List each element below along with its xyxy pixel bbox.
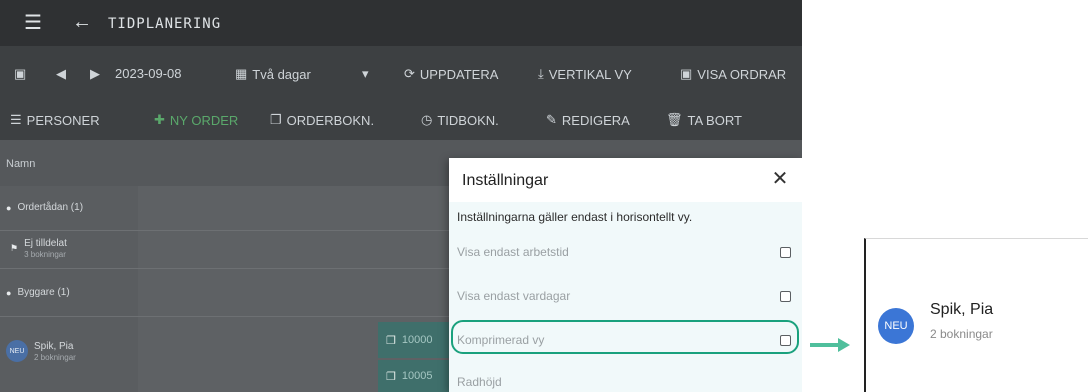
option-label: Visa endast vardagar [457, 289, 571, 303]
plus-icon: ✚ [154, 112, 165, 127]
booking-id: 10005 [401, 370, 433, 382]
order-booking-button[interactable]: ❐ ORDERBOKN. [270, 112, 374, 128]
avatar: NEU [878, 308, 914, 344]
booking-id: 10000 [401, 334, 433, 346]
view-select[interactable]: ▦ Två dagar [235, 66, 311, 82]
list-item[interactable]: ⚑ Ej tilldelat 3 bokningar [10, 238, 67, 259]
copy-icon: ❐ [270, 112, 282, 127]
checkbox-weekdays[interactable] [780, 290, 791, 302]
booking-block[interactable]: ❐ 10000 [378, 322, 449, 358]
collapse-icon[interactable]: ● [6, 288, 11, 298]
delete-label: TA BORT [687, 112, 742, 128]
order-booking-label: ORDERBOKN. [286, 112, 375, 128]
pencil-icon: ✎ [546, 112, 557, 127]
vertical-view-label: VERTIKAL VY [548, 66, 632, 82]
list-item[interactable]: ● Byggare (1) [6, 287, 70, 298]
calendar-range-icon: ▦ [235, 66, 248, 81]
vertical-view-button[interactable]: ⤓ VERTIKAL VY [538, 66, 632, 82]
dialog-info-text: Inställningarna gäller endast i horisont… [457, 210, 693, 224]
booking-block[interactable]: ❐ 10005 [378, 360, 449, 392]
list-item[interactable]: ● Ordertådan (1) [6, 202, 83, 213]
row-label: Ej tilldelat [24, 238, 67, 249]
view-select-chevron-icon[interactable]: ▾ [362, 66, 369, 82]
trash-icon: 🗑 [666, 112, 683, 127]
page-title: TIDPLANERING [108, 16, 222, 32]
date-display[interactable]: 2023-09-08 [115, 66, 182, 81]
close-icon[interactable]: ✕ [769, 168, 791, 190]
option-row-height[interactable]: Radhöjd [457, 372, 797, 392]
copy-icon: ❐ [386, 370, 396, 383]
persons-button[interactable]: ☰ PERSONER [10, 112, 100, 128]
delete-button[interactable]: 🗑 TA BORT [666, 112, 742, 128]
toolbar-actions: ☰ PERSONER ✚ NY ORDER ❐ ORDERBOKN. ◷ TID… [0, 100, 802, 140]
download-icon: ⤓ [538, 66, 544, 81]
prev-day-button[interactable]: ◀ [56, 66, 66, 82]
row-label: Spik, Pia [34, 340, 74, 352]
window-icon: ▣ [680, 66, 693, 81]
update-button-label: UPPDATERA [419, 66, 499, 82]
option-weekdays[interactable]: Visa endast vardagar [457, 286, 797, 306]
list-item[interactable]: NEU Spik, Pia 2 bokningar [6, 340, 76, 362]
hamburger-menu-icon[interactable]: ☰ [24, 13, 42, 33]
clock-icon: ◷ [421, 112, 433, 127]
option-label: Radhöjd [457, 375, 502, 389]
calendar-icon[interactable]: ▣ [14, 66, 26, 82]
view-select-value: Två dagar [252, 66, 311, 82]
edit-button[interactable]: ✎ REDIGERA [546, 112, 630, 128]
next-day-button[interactable]: ▶ [90, 66, 100, 82]
column-header-name: Namn [6, 158, 36, 170]
back-arrow-icon[interactable]: ← [72, 12, 92, 32]
toolbar-date: ▣ ◀ ▶ 2023-09-08 ▦ Två dagar ▾ ⟳ UPPDATE… [0, 46, 802, 100]
new-order-button[interactable]: ✚ NY ORDER [154, 112, 238, 128]
row-label: Byggare (1) [17, 287, 70, 298]
highlight-outline [451, 320, 799, 354]
persons-label: PERSONER [26, 112, 100, 128]
row-sublabel: 3 bokningar [24, 250, 66, 259]
unassigned-icon: ⚑ [10, 243, 19, 253]
time-booking-label: TIDBOKN. [437, 112, 499, 128]
refresh-icon: ⟳ [404, 66, 415, 81]
update-button[interactable]: ⟳ UPPDATERA [404, 66, 498, 82]
checkbox-work-hours[interactable] [780, 246, 791, 258]
time-booking-button[interactable]: ◷ TIDBOKN. [421, 112, 499, 128]
option-work-hours[interactable]: Visa endast arbetstid [457, 242, 797, 262]
show-orders-button[interactable]: ▣ VISA ORDRAR [680, 66, 786, 82]
show-orders-label: VISA ORDRAR [697, 66, 787, 82]
dialog-body: Inställningarna gäller endast i horisont… [449, 202, 802, 392]
option-label: Visa endast arbetstid [457, 245, 569, 259]
dialog-title: Inställningar [462, 172, 549, 189]
callout-arrow-icon [810, 338, 850, 352]
copy-icon: ❐ [386, 334, 396, 347]
settings-dialog: Inställningar ✕ Inställningarna gäller e… [449, 158, 802, 392]
dialog-header: Inställningar ✕ [449, 158, 802, 202]
zoom-callout: NEU Spik, Pia 2 bokningar [864, 238, 1088, 392]
collapse-icon[interactable]: ● [6, 203, 11, 213]
list-icon: ☰ [10, 112, 22, 127]
row-label: Ordertådan (1) [17, 202, 84, 213]
person-name: Spik, Pia [930, 301, 994, 318]
row-sublabel: 2 bokningar [34, 352, 76, 362]
new-order-label: NY ORDER [169, 112, 239, 128]
title-bar: ☰ ← TIDPLANERING [0, 0, 802, 46]
edit-label: REDIGERA [561, 112, 630, 128]
avatar: NEU [6, 340, 28, 362]
booking-count: 2 bokningar [930, 327, 993, 341]
